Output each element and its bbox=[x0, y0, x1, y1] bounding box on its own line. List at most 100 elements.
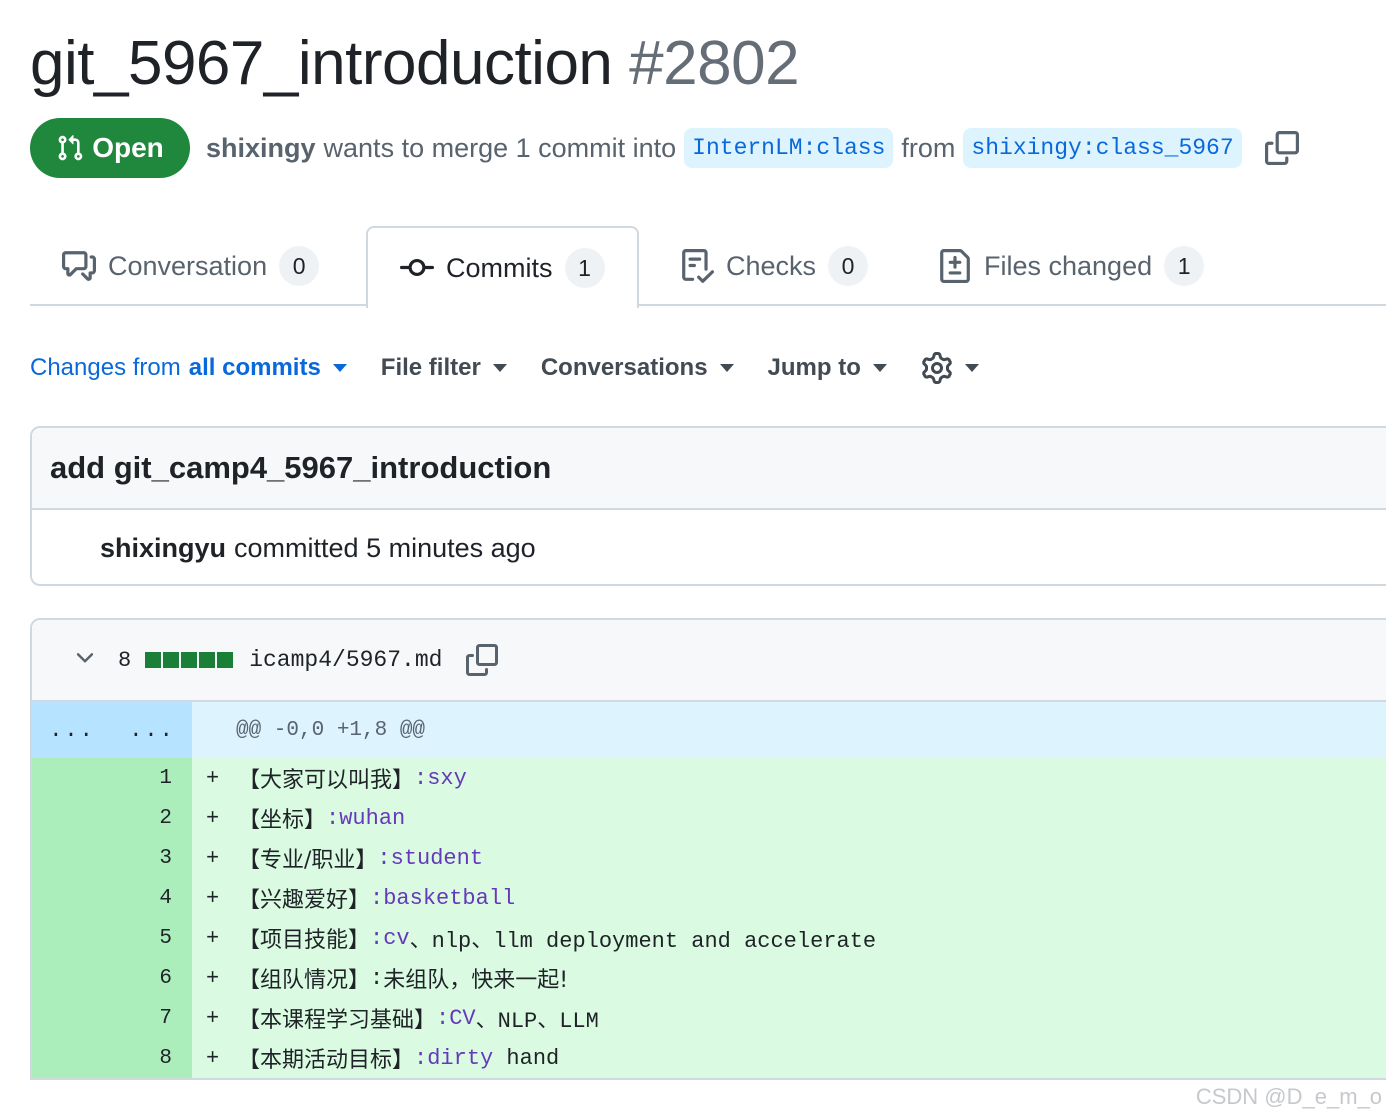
diffstat-block bbox=[163, 652, 180, 668]
merge-text: wants to merge 1 commit into bbox=[323, 132, 677, 163]
line-code: + 【专业/职业】: student bbox=[192, 838, 483, 878]
base-branch[interactable]: InternLM:class bbox=[684, 128, 894, 168]
copy-icon bbox=[1264, 131, 1299, 165]
watermark: CSDN @D_e_m_o bbox=[1195, 1084, 1382, 1109]
line-key: 【本课程学习基础】 bbox=[238, 1008, 437, 1033]
comment-discussion-icon bbox=[62, 251, 96, 281]
line-value: sxy bbox=[427, 765, 467, 791]
hunk-header: ... ... @@ -0,0 +1,8 @@ bbox=[32, 702, 1386, 758]
from-text: from bbox=[901, 132, 956, 163]
tab-checks-label: Checks bbox=[726, 250, 817, 281]
diff-line: 6 + 【组队情况】: 未组队，快来一起! bbox=[32, 958, 1386, 998]
old-line-number[interactable] bbox=[32, 1038, 112, 1078]
commit-time: committed 5 minutes ago bbox=[234, 532, 536, 563]
line-key: 【项目技能】 bbox=[238, 928, 371, 953]
tab-files-changed[interactable]: Files changed 1 bbox=[938, 226, 1205, 306]
line-rest: hand bbox=[493, 1045, 560, 1071]
new-line-number[interactable]: 2 bbox=[112, 798, 192, 838]
tab-commits[interactable]: Commits 1 bbox=[366, 226, 639, 308]
commit-group: add git_camp4_5967_introduction shixingy… bbox=[30, 426, 1386, 586]
line-key: 【本期活动目标】 bbox=[238, 1048, 415, 1073]
old-line-number[interactable] bbox=[32, 838, 112, 878]
old-line-number[interactable] bbox=[32, 798, 112, 838]
head-branch[interactable]: shixingy:class_5967 bbox=[963, 128, 1242, 168]
line-colon: : bbox=[436, 1005, 450, 1031]
pr-title-text: git_5967_introduction bbox=[30, 29, 613, 98]
commit-meta: shixingyu committed 5 minutes ago bbox=[32, 510, 1386, 584]
line-code: + 【兴趣爱好】: basketball bbox=[192, 878, 515, 918]
old-line-number[interactable] bbox=[32, 998, 112, 1038]
expand-down-button[interactable]: ... bbox=[112, 702, 192, 758]
commit-message[interactable]: add git_camp4_5967_introduction bbox=[32, 428, 1386, 510]
diff-line: 2 + 【坐标】: wuhan bbox=[32, 798, 1386, 838]
hunk-header-text: @@ -0,0 +1,8 @@ bbox=[236, 718, 426, 742]
git-pull-request-icon bbox=[58, 135, 83, 161]
expand-up-button[interactable]: ... bbox=[32, 702, 112, 758]
old-line-number[interactable] bbox=[32, 758, 112, 798]
new-line-number[interactable]: 3 bbox=[112, 838, 192, 878]
tab-checks-count: 0 bbox=[828, 246, 869, 286]
file-diff-icon bbox=[940, 249, 970, 283]
line-colon: : bbox=[370, 925, 384, 951]
line-key: 【专业/职业】 bbox=[238, 848, 378, 873]
line-rest: 、nlp、llm deployment and accelerate bbox=[409, 929, 877, 954]
new-line-number[interactable]: 7 bbox=[112, 998, 192, 1038]
triangle-down-icon bbox=[332, 364, 347, 372]
diff-line: 4 + 【兴趣爱好】: basketball bbox=[32, 878, 1386, 918]
copy-path-button[interactable] bbox=[464, 642, 500, 678]
line-value: basketball bbox=[383, 885, 516, 911]
copy-branch-button[interactable] bbox=[1264, 130, 1300, 166]
jump-to-dropdown[interactable]: Jump to bbox=[768, 354, 887, 382]
changes-from-value: all commits bbox=[188, 354, 321, 381]
tab-conversation[interactable]: Conversation 0 bbox=[62, 226, 320, 306]
file-name-link[interactable]: icamp4/5967.md bbox=[249, 647, 442, 673]
commit-author[interactable]: shixingyu bbox=[100, 533, 226, 564]
pr-tabs: Conversation 0 Commits 1 Checks 0 Files … bbox=[30, 226, 1386, 308]
diff-sign: + bbox=[206, 965, 220, 991]
new-line-number[interactable]: 4 bbox=[112, 878, 192, 918]
new-line-number[interactable]: 1 bbox=[112, 758, 192, 798]
line-value: dirty bbox=[427, 1045, 494, 1071]
checklist-icon bbox=[682, 249, 714, 283]
changes-from-prefix: Changes from bbox=[30, 354, 181, 381]
tab-checks[interactable]: Checks 0 bbox=[680, 226, 869, 306]
line-code: + 【坐标】: wuhan bbox=[192, 798, 405, 838]
diff-additions-count: 8 bbox=[118, 647, 132, 673]
diff-sign: + bbox=[206, 845, 220, 871]
conversations-dropdown[interactable]: Conversations bbox=[541, 354, 734, 382]
diff-sign: + bbox=[206, 925, 220, 951]
line-key: 【兴趣爱好】 bbox=[238, 888, 371, 913]
new-line-number[interactable]: 6 bbox=[112, 958, 192, 998]
file-diff: 8 icamp4/5967.md ... ... @@ -0,0 +1,8 @@… bbox=[30, 618, 1386, 1080]
diff-line: 3 + 【专业/职业】: student bbox=[32, 838, 1386, 878]
tab-conversation-label: Conversation bbox=[108, 250, 268, 281]
diff-line: 5 + 【项目技能】: cv 、nlp、llm deployment and acce… bbox=[32, 918, 1386, 958]
diff-sign: + bbox=[206, 885, 220, 911]
changes-from-dropdown[interactable]: Changes from all commits bbox=[30, 354, 347, 382]
collapse-file-button[interactable] bbox=[72, 645, 98, 676]
jump-to-label: Jump to bbox=[767, 354, 861, 381]
line-colon: : bbox=[370, 885, 384, 911]
diff-settings-dropdown[interactable] bbox=[921, 352, 979, 384]
diff-line: 8 + 【本期活动目标】: dirty hand bbox=[32, 1038, 1386, 1078]
line-colon: : bbox=[414, 1045, 428, 1071]
diff-line: 7 + 【本课程学习基础】: CV 、NLP、LLM bbox=[32, 998, 1386, 1038]
line-key: 【大家可以叫我】 bbox=[238, 768, 415, 793]
new-line-number[interactable]: 5 bbox=[112, 918, 192, 958]
triangle-down-icon bbox=[964, 364, 979, 372]
author-link[interactable]: shixingy bbox=[206, 133, 316, 164]
line-key: 【坐标】 bbox=[238, 808, 327, 833]
diff-toolbar: Changes from all commits File filter Con… bbox=[30, 348, 979, 388]
old-line-number[interactable] bbox=[32, 878, 112, 918]
old-line-number[interactable] bbox=[32, 918, 112, 958]
status-badge: Open bbox=[30, 118, 190, 178]
line-key: 【组队情况】 bbox=[238, 968, 371, 993]
line-value: cv bbox=[383, 925, 410, 951]
line-code: + 【组队情况】: 未组队，快来一起! bbox=[192, 958, 568, 998]
pr-number: #2802 bbox=[629, 29, 800, 98]
file-filter-dropdown[interactable]: File filter bbox=[381, 354, 507, 382]
diffstat-block bbox=[145, 652, 162, 668]
new-line-number[interactable]: 8 bbox=[112, 1038, 192, 1078]
old-line-number[interactable] bbox=[32, 958, 112, 998]
diffstat-block bbox=[181, 652, 198, 668]
